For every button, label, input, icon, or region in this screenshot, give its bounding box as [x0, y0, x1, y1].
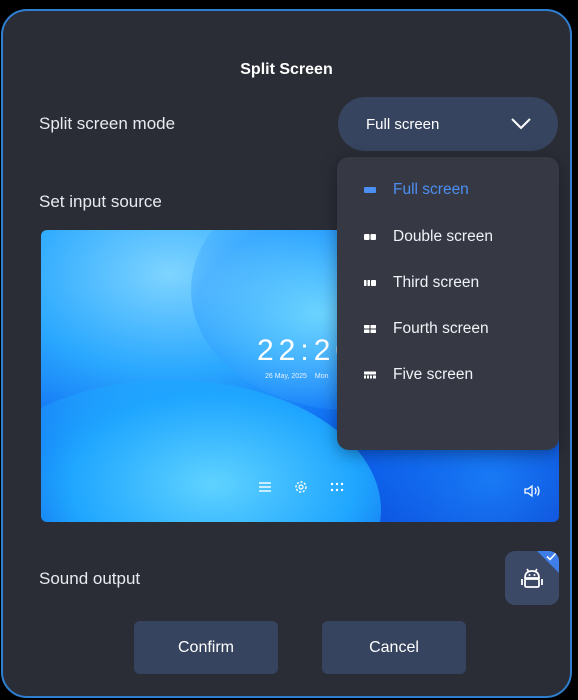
split-mode-dropdown-menu: Full screen Double screen Third screen F…	[337, 157, 559, 450]
cancel-button[interactable]: Cancel	[322, 621, 466, 674]
option-fourth-screen[interactable]: Fourth screen	[363, 316, 489, 342]
confirm-button[interactable]: Confirm	[134, 621, 278, 674]
preview-date-text: 26 May, 2025	[265, 373, 307, 380]
menu-icon	[259, 482, 271, 492]
dialog-title: Split Screen	[240, 61, 333, 78]
option-label: Third screen	[393, 274, 480, 291]
option-label: Five screen	[393, 366, 474, 383]
input-source-label: Set input source	[39, 192, 162, 211]
chevron-down-icon	[511, 118, 531, 130]
option-label: Double screen	[393, 228, 493, 245]
option-label: Fourth screen	[393, 320, 489, 337]
split-screen-mode-value: Full screen	[366, 115, 440, 133]
split-screen-mode-select[interactable]: Full screen	[338, 97, 558, 151]
preview-weekday: Mon	[314, 373, 329, 380]
third-screen-layout-icon	[364, 280, 376, 286]
sound-output-android-button[interactable]	[505, 551, 559, 605]
option-five-screen[interactable]: Five screen	[363, 362, 473, 388]
full-screen-layout-icon	[364, 187, 376, 193]
option-label: Full screen	[393, 181, 469, 198]
preview-date: 26 May, 2025 Mon	[265, 373, 337, 380]
sound-output-label: Sound output	[39, 569, 141, 588]
double-screen-layout-icon	[364, 234, 376, 240]
option-double-screen[interactable]: Double screen	[363, 224, 493, 250]
check-icon	[546, 552, 557, 561]
five-screen-layout-icon	[364, 371, 376, 379]
option-third-screen[interactable]: Third screen	[363, 270, 479, 296]
volume-icon	[524, 484, 540, 498]
split-screen-mode-label: Split screen mode	[39, 114, 176, 133]
preview-toolbar	[257, 479, 345, 495]
android-icon	[521, 568, 543, 588]
fourth-screen-layout-icon	[364, 325, 376, 333]
split-screen-dialog: Split Screen Split screen mode Full scre…	[1, 9, 572, 698]
gear-icon	[295, 481, 307, 493]
option-full-screen[interactable]: Full screen	[363, 177, 469, 203]
apps-grid-icon	[330, 482, 344, 492]
